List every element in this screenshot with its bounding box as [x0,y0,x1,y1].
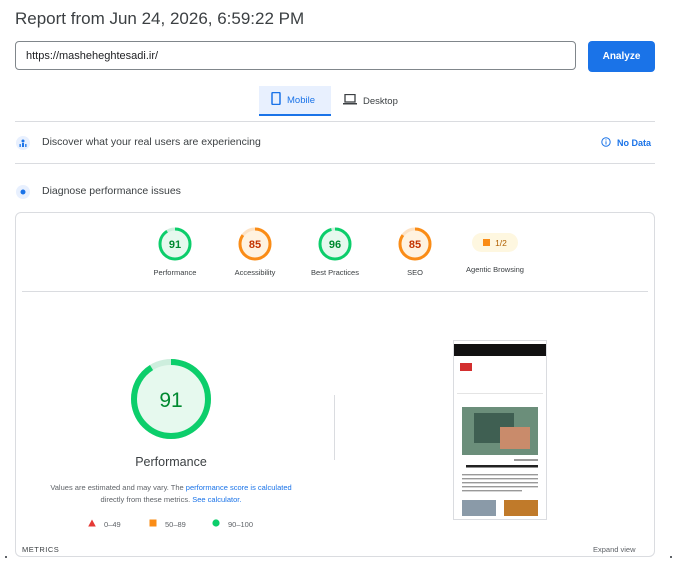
expand-view-link[interactable]: Expand view [593,545,636,554]
gauge-accessibility-label: Accessibility [234,268,276,277]
page-screenshot [453,340,547,520]
legend-average: 50–89 [149,519,186,529]
performance-big-score: 91 [159,389,182,412]
gauge-best-practices-score: 96 [329,239,341,251]
crux-title: Discover what your real users are experi… [42,136,261,148]
gauge-seo-score: 85 [409,239,421,251]
agentic-browsing-score: 1/2 [495,237,507,248]
laptop-icon [343,93,357,108]
gauge-performance[interactable]: 91 Performance [135,226,215,277]
tab-mobile[interactable]: Mobile [259,86,331,116]
smartphone-icon [271,91,281,108]
header-divider [15,121,655,122]
note-middle: directly from these metrics. [100,495,193,504]
agentic-browsing-badge: 1/2 [472,233,518,252]
triangle-icon [88,519,96,529]
vertical-divider [334,395,335,460]
circle-icon [212,519,220,529]
legend-pass-range: 90–100 [228,519,254,529]
gauge-best-practices-label: Best Practices [311,268,359,277]
gauge-seo-label: SEO [407,268,423,277]
gauge-accessibility-score: 85 [249,239,261,251]
performance-icon [16,185,30,199]
no-data-label: No Data [617,138,652,148]
legend-pass: 90–100 [212,519,253,529]
metrics-label: METRICS [22,545,60,554]
average-square-icon [483,239,491,246]
decorative-dot [670,556,672,558]
performance-big-gauge: 91 [129,357,213,446]
report-title: Report from Jun 24, 2026, 6:59:22 PM [15,9,305,28]
legend-fail-range: 0–49 [104,519,121,529]
gauge-performance-score: 91 [169,239,181,251]
score-calculated-link[interactable]: performance score is calculated [186,483,292,492]
info-icon [601,137,611,149]
gauges-divider [22,291,648,292]
gauge-agentic-browsing-label: Agentic Browsing [466,265,524,274]
diagnose-title: Diagnose performance issues [42,185,181,197]
square-icon [149,519,157,529]
legend-fail: 0–49 [88,519,121,529]
gauge-accessibility[interactable]: 85 Accessibility [215,226,295,277]
tab-mobile-label: Mobile [287,94,315,106]
analyze-button[interactable]: Analyze [588,41,655,72]
decorative-dot [5,556,7,558]
note-prefix: Values are estimated and may vary. The [50,483,186,492]
gauge-agentic-browsing[interactable]: 1/2 Agentic Browsing [452,226,538,274]
see-calculator-link[interactable]: See calculator. [192,495,241,504]
section-divider [15,163,655,164]
no-data-status[interactable]: No Data [601,137,651,149]
tab-desktop-label: Desktop [363,95,398,107]
url-input[interactable] [15,41,576,70]
gauge-performance-label: Performance [153,268,197,277]
gauge-seo[interactable]: 85 SEO [375,226,455,277]
performance-big-label: Performance [135,455,207,469]
people-icon [16,136,30,150]
legend-average-range: 50–89 [165,519,186,529]
performance-note: Values are estimated and may vary. The p… [40,482,302,506]
gauge-best-practices[interactable]: 96 Best Practices [295,226,375,277]
tab-desktop[interactable]: Desktop [337,86,417,116]
